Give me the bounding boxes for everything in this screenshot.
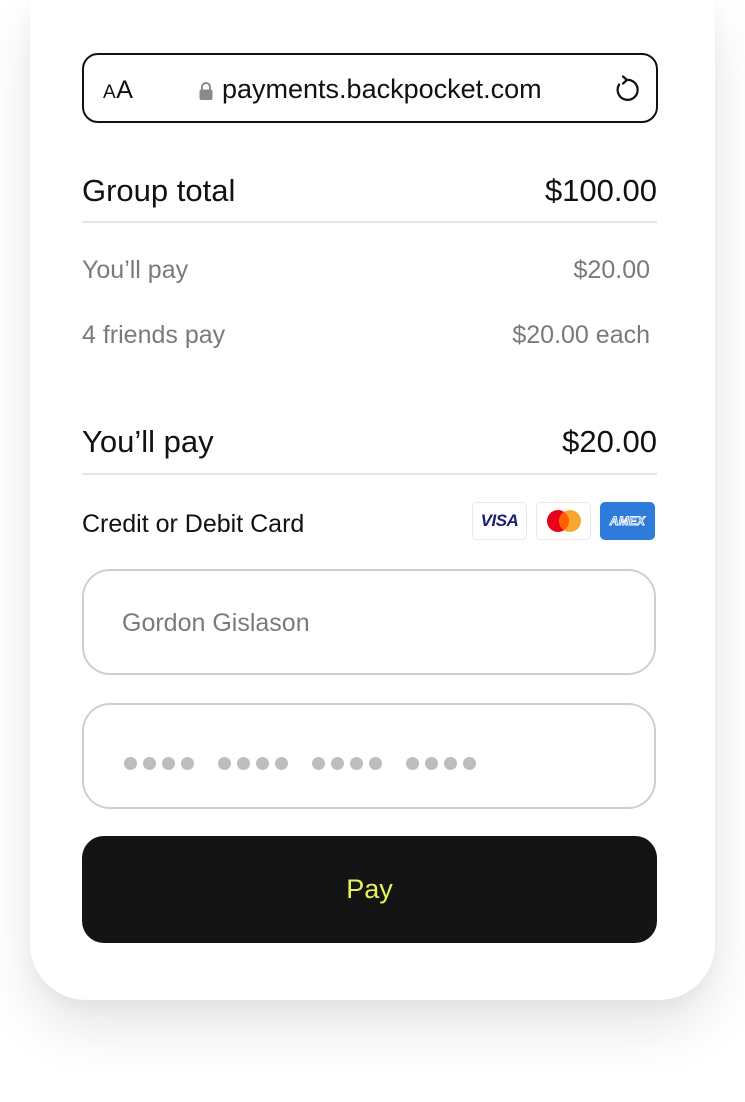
card-digit-dot xyxy=(350,757,363,770)
card-section-label: Credit or Debit Card xyxy=(82,510,305,538)
card-digit-dot xyxy=(463,757,476,770)
amount-due-row: You’ll pay $20.00 xyxy=(82,422,657,462)
group-total-label: Group total xyxy=(82,173,236,208)
card-digit-group xyxy=(406,757,476,770)
divider xyxy=(82,221,657,223)
card-digit-dot xyxy=(162,757,175,770)
text-size-button[interactable]: AA xyxy=(103,75,133,108)
amount-due-label: You’ll pay xyxy=(82,424,214,459)
pay-button[interactable]: Pay xyxy=(82,836,657,943)
card-digit-dot xyxy=(181,757,194,770)
card-digit-dot xyxy=(444,757,457,770)
reload-icon[interactable] xyxy=(611,75,641,105)
card-digit-dot xyxy=(425,757,438,770)
card-number-field[interactable] xyxy=(82,703,656,809)
card-digit-dot xyxy=(256,757,269,770)
card-digit-dot xyxy=(124,757,137,770)
group-total-value: $100.00 xyxy=(544,173,657,208)
card-digit-group xyxy=(124,757,194,770)
card-digit-group xyxy=(312,757,382,770)
card-digit-dot xyxy=(237,757,250,770)
your-share-value: $20.00 xyxy=(573,255,650,284)
friends-share-row: 4 friends pay $20.00 each xyxy=(82,318,657,352)
card-digit-dot xyxy=(143,757,156,770)
amount-due-value: $20.00 xyxy=(562,424,657,459)
browser-url-bar[interactable]: AA payments.backpocket.com xyxy=(82,53,658,123)
card-number-placeholder-dots[interactable] xyxy=(124,757,476,770)
card-digit-dot xyxy=(406,757,419,770)
cardholder-name-input[interactable] xyxy=(122,603,602,643)
mastercard-logo xyxy=(546,510,581,532)
stage: AA payments.backpocket.com Group total $… xyxy=(0,0,745,1102)
mastercard-icon xyxy=(536,502,591,540)
card-digit-dot xyxy=(275,757,288,770)
card-digit-dot xyxy=(369,757,382,770)
card-digit-dot xyxy=(312,757,325,770)
lock-icon xyxy=(199,82,213,100)
amex-icon: AMEX xyxy=(600,502,655,540)
friends-share-label: 4 friends pay xyxy=(82,320,226,349)
your-share-row: You’ll pay $20.00 xyxy=(82,253,657,287)
your-share-label: You’ll pay xyxy=(82,255,189,284)
card-digit-group xyxy=(218,757,288,770)
card-digit-dot xyxy=(331,757,344,770)
visa-icon: VISA xyxy=(472,502,527,540)
friends-share-value: $20.00 each xyxy=(512,320,650,349)
url-text[interactable]: payments.backpocket.com xyxy=(222,72,542,106)
cardholder-name-field[interactable] xyxy=(82,569,656,675)
card-digit-dot xyxy=(218,757,231,770)
divider xyxy=(82,473,657,475)
group-total-row: Group total $100.00 xyxy=(82,171,657,211)
